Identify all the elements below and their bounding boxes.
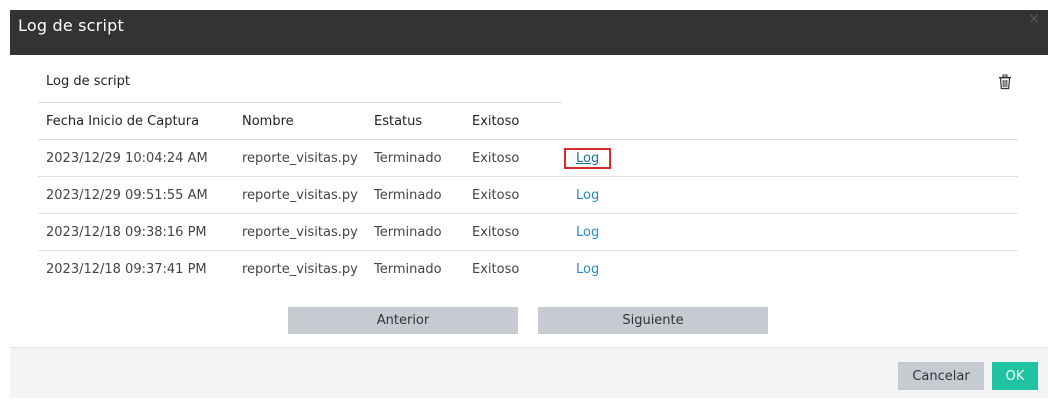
cell-fecha: 2023/12/18 09:38:16 PM [38,213,234,251]
cell-nombre: reporte_visitas.py [242,261,358,277]
cell-log: Log [550,176,1018,214]
close-icon[interactable]: × [1028,11,1040,27]
table-row: 2023/12/29 09:51:55 AM reporte_visitas.p… [38,176,1018,214]
cell-estatus: Terminado [366,213,464,251]
header-exitoso: Exitoso [464,103,550,140]
dialog-footer: Cancelar OK [10,347,1048,398]
cell-fecha: 2023/12/18 09:37:41 PM [46,261,207,277]
cell-nombre: reporte_visitas.py [234,213,366,251]
cell-nombre: reporte_visitas.py [234,176,366,214]
cell-log: Log [550,213,1018,251]
dialog-title: Log de script [18,16,124,35]
cell-log: Log [550,251,1018,288]
header-fecha: Fecha Inicio de Captura [38,103,234,140]
table-row: 2023/12/18 09:37:41 PM reporte_visitas.p… [38,251,1018,288]
cell-nombre: reporte_visitas.py [234,139,366,177]
table-row: 2023/12/18 09:38:16 PM reporte_visitas.p… [38,213,1018,251]
next-button[interactable]: Siguiente [538,307,768,334]
log-link[interactable]: Log [564,259,611,280]
header-log [550,103,1018,140]
cell-fecha: 2023/12/29 09:51:55 AM [38,176,234,214]
table-row: 2023/12/29 10:04:24 AM reporte_visitas.p… [38,139,1018,177]
log-dialog: Log de script × Log de script Fecha Inic… [10,10,1048,398]
cell-fecha: 2023/12/29 10:04:24 AM [38,139,234,177]
cell-estatus: Terminado [366,139,464,177]
section-title: Log de script [46,74,130,89]
dialog-titlebar: Log de script × [10,10,1048,55]
previous-button[interactable]: Anterior [288,307,518,334]
section-header: Log de script [38,72,562,103]
cell-log: Log [550,139,1018,177]
cancel-button[interactable]: Cancelar [898,362,984,390]
trash-icon[interactable] [998,74,1012,90]
log-table: Fecha Inicio de Captura Nombre Estatus E… [38,103,1018,287]
cell-exitoso: Exitoso [464,139,550,177]
cell-estatus: Terminado [374,261,442,277]
log-link[interactable]: Log [564,185,611,206]
table-header-row: Fecha Inicio de Captura Nombre Estatus E… [38,103,1018,140]
log-link[interactable]: Log [564,147,612,169]
log-link[interactable]: Log [564,222,611,243]
header-estatus: Estatus [366,103,464,140]
cell-exitoso: Exitoso [472,261,520,277]
cell-exitoso: Exitoso [464,176,550,214]
header-nombre: Nombre [234,103,366,140]
ok-button[interactable]: OK [992,362,1038,390]
cell-exitoso: Exitoso [464,213,550,251]
cell-estatus: Terminado [366,176,464,214]
